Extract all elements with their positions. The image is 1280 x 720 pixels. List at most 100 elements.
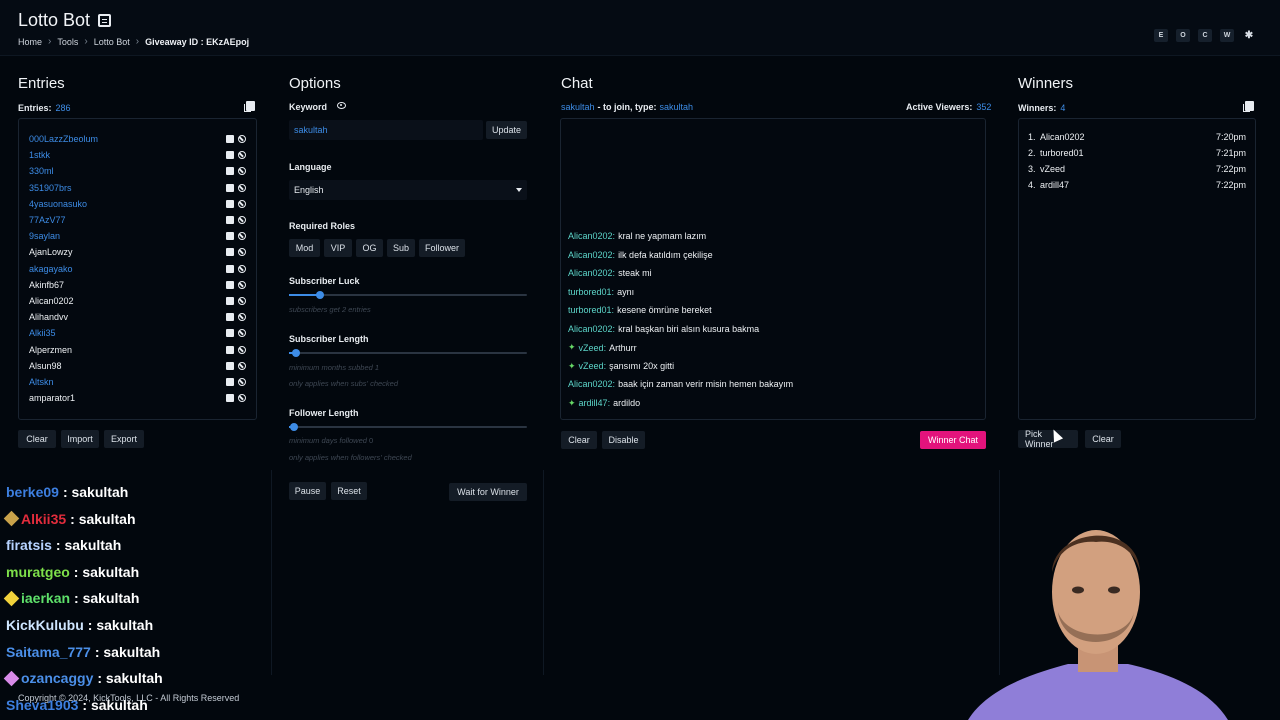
entry-name[interactable]: Alkii35 bbox=[29, 328, 222, 338]
ban-icon[interactable] bbox=[238, 151, 246, 160]
entry-name[interactable]: 000LazzZbeolum bbox=[29, 134, 222, 144]
copy-icon[interactable] bbox=[244, 101, 255, 112]
header-button-o[interactable]: O bbox=[1176, 29, 1190, 42]
role-mod-button[interactable]: Mod bbox=[289, 239, 320, 257]
list-item[interactable]: 9saylan bbox=[29, 228, 246, 244]
copy-icon[interactable] bbox=[1243, 101, 1254, 112]
notes-icon[interactable] bbox=[98, 14, 112, 27]
ban-icon[interactable] bbox=[238, 167, 246, 176]
chat-message-user[interactable]: vZeed: bbox=[579, 361, 607, 371]
list-item[interactable]: Alsun98 bbox=[29, 358, 246, 374]
language-select[interactable]: English bbox=[289, 180, 527, 200]
entries-clear-button[interactable]: Clear bbox=[18, 430, 56, 448]
entries-export-button[interactable]: Export bbox=[104, 430, 144, 448]
checkbox-icon[interactable] bbox=[226, 313, 234, 322]
checkbox-icon[interactable] bbox=[226, 248, 234, 257]
checkbox-icon[interactable] bbox=[226, 232, 234, 241]
winners-clear-button[interactable]: Clear bbox=[1085, 430, 1121, 448]
ban-icon[interactable] bbox=[238, 394, 246, 403]
list-item[interactable]: Alihandvv bbox=[29, 309, 246, 325]
pick-winner-button[interactable]: Pick Winner bbox=[1018, 429, 1078, 449]
checkbox-icon[interactable] bbox=[226, 151, 234, 160]
follower-length-slider[interactable] bbox=[289, 423, 527, 431]
checkbox-icon[interactable] bbox=[226, 135, 234, 143]
slider-thumb[interactable] bbox=[289, 423, 298, 431]
ban-icon[interactable] bbox=[238, 378, 246, 386]
list-item[interactable]: Alkii35 bbox=[29, 325, 246, 341]
chat-message-user[interactable]: vZeed: bbox=[579, 343, 607, 353]
ban-icon[interactable] bbox=[238, 313, 246, 322]
ban-icon[interactable] bbox=[238, 345, 246, 354]
header-button-c[interactable]: C bbox=[1198, 29, 1212, 42]
list-item[interactable]: akagayako bbox=[29, 261, 246, 277]
chat-disable-button[interactable]: Disable bbox=[602, 431, 645, 449]
list-item[interactable]: 1stkk bbox=[29, 147, 246, 163]
entry-name[interactable]: 330ml bbox=[29, 166, 222, 176]
role-sub-button[interactable]: Sub bbox=[387, 239, 415, 257]
list-item[interactable]: Alican0202 bbox=[29, 293, 246, 309]
entry-name[interactable]: Alican0202 bbox=[29, 296, 222, 306]
chat-message-user[interactable]: ardill47: bbox=[579, 398, 611, 408]
entry-name[interactable]: Alperzmen bbox=[29, 345, 222, 355]
chat-message-user[interactable]: Alican0202: bbox=[568, 250, 615, 260]
entry-name[interactable]: 351907brs bbox=[29, 183, 222, 193]
header-button-e[interactable]: E bbox=[1154, 29, 1168, 42]
checkbox-icon[interactable] bbox=[226, 378, 234, 386]
list-item[interactable]: Akinfb67 bbox=[29, 277, 246, 293]
header-button-w[interactable]: W bbox=[1220, 29, 1234, 42]
entry-name[interactable]: Akinfb67 bbox=[29, 280, 222, 290]
role-og-button[interactable]: OG bbox=[356, 239, 383, 257]
ban-icon[interactable] bbox=[238, 216, 246, 224]
entry-name[interactable]: Alihandvv bbox=[29, 312, 222, 322]
checkbox-icon[interactable] bbox=[226, 329, 234, 338]
breadcrumb-home[interactable]: Home bbox=[18, 37, 42, 47]
chat-message-user[interactable]: turbored01: bbox=[568, 305, 614, 315]
ban-icon[interactable] bbox=[238, 183, 246, 192]
list-item[interactable]: Altskn bbox=[29, 374, 246, 390]
checkbox-icon[interactable] bbox=[226, 345, 234, 354]
ban-icon[interactable] bbox=[238, 135, 246, 143]
keyword-input[interactable]: sakultah bbox=[289, 120, 483, 140]
entry-name[interactable]: 9saylan bbox=[29, 231, 222, 241]
breadcrumb-lotto-bot[interactable]: Lotto Bot bbox=[94, 37, 130, 47]
ban-icon[interactable] bbox=[238, 297, 246, 305]
ban-icon[interactable] bbox=[238, 329, 246, 338]
ban-icon[interactable] bbox=[238, 199, 246, 208]
ban-icon[interactable] bbox=[238, 361, 246, 370]
role-vip-button[interactable]: VIP bbox=[324, 239, 352, 257]
list-item[interactable]: 000LazzZbeolum bbox=[29, 131, 246, 147]
chat-clear-button[interactable]: Clear bbox=[561, 431, 597, 449]
entry-name[interactable]: 4yasuonasuko bbox=[29, 199, 222, 209]
list-item[interactable]: 330ml bbox=[29, 163, 246, 179]
entry-name[interactable]: 77AzV77 bbox=[29, 215, 222, 225]
list-item[interactable]: Alperzmen bbox=[29, 342, 246, 358]
chat-message-user[interactable]: Alican0202: bbox=[568, 379, 615, 389]
entry-name[interactable]: amparator1 bbox=[29, 393, 222, 403]
winner-chat-button[interactable]: Winner Chat bbox=[920, 431, 986, 449]
entry-name[interactable]: akagayako bbox=[29, 264, 222, 274]
checkbox-icon[interactable] bbox=[226, 297, 234, 305]
update-button[interactable]: Update bbox=[486, 121, 527, 139]
entry-name[interactable]: 1stkk bbox=[29, 150, 222, 160]
sub-luck-slider[interactable] bbox=[289, 291, 527, 299]
chat-message-user[interactable]: Alican0202: bbox=[568, 231, 615, 241]
entry-name[interactable]: Alsun98 bbox=[29, 361, 222, 371]
entry-name[interactable]: Altskn bbox=[29, 377, 222, 387]
list-item[interactable]: amparator1 bbox=[29, 390, 246, 406]
ban-icon[interactable] bbox=[238, 264, 246, 273]
pause-button[interactable]: Pause bbox=[289, 482, 326, 500]
sub-length-slider[interactable] bbox=[289, 349, 527, 357]
checkbox-icon[interactable] bbox=[226, 167, 234, 176]
checkbox-icon[interactable] bbox=[226, 183, 234, 192]
list-item[interactable]: 351907brs bbox=[29, 180, 246, 196]
settings-icon[interactable]: ✱ bbox=[1242, 29, 1256, 42]
slider-thumb[interactable] bbox=[315, 291, 324, 299]
eye-icon[interactable] bbox=[337, 102, 346, 109]
checkbox-icon[interactable] bbox=[226, 280, 234, 289]
reset-button[interactable]: Reset bbox=[331, 482, 367, 500]
wait-for-winner-button[interactable]: Wait for Winner bbox=[449, 483, 527, 501]
ban-icon[interactable] bbox=[238, 248, 246, 257]
ban-icon[interactable] bbox=[238, 232, 246, 241]
chat-message-user[interactable]: turbored01: bbox=[568, 287, 614, 297]
role-follower-button[interactable]: Follower bbox=[419, 239, 465, 257]
